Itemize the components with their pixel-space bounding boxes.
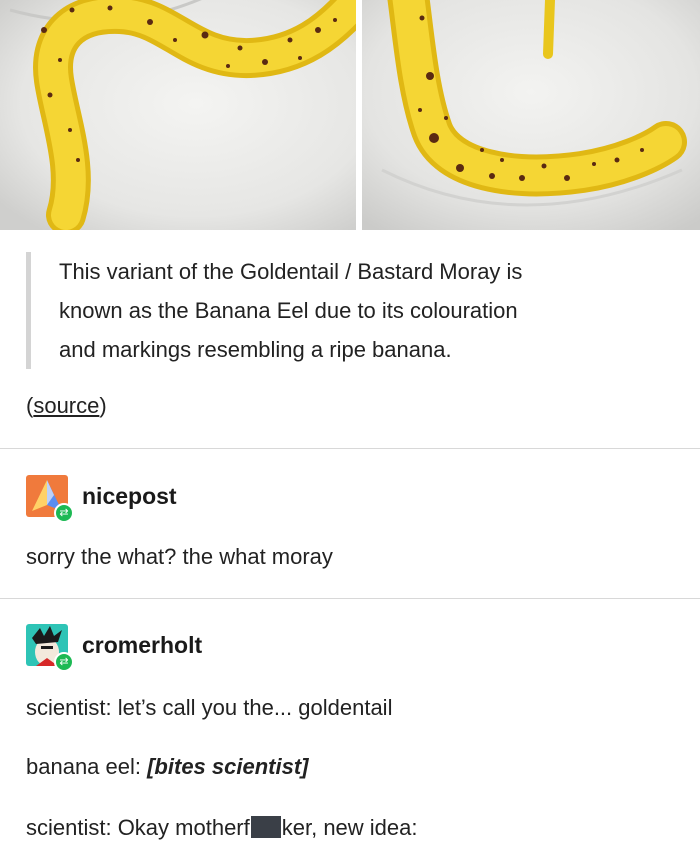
post-text-line-3: scientist: Okay motherf ker, new idea:	[26, 815, 418, 841]
quote-line-2: known as the Banana Eel due to its colou…	[59, 298, 518, 323]
source-attribution: (source)	[26, 393, 107, 419]
banana-eel-photo-left[interactable]	[0, 0, 356, 230]
text-before-censor: scientist: Okay motherf	[26, 815, 250, 840]
text-after-censor: ker, new idea:	[281, 815, 418, 840]
photo-row	[0, 0, 700, 230]
blockquote: This variant of the Goldentail / Bastard…	[26, 252, 689, 369]
post-text-line-2: banana eel: [bites scientist]	[26, 754, 308, 780]
post-header: ⇄ nicepost	[26, 472, 676, 523]
avatar[interactable]: ⇄	[26, 624, 74, 672]
reblog-badge-icon: ⇄	[54, 503, 74, 523]
censor-bar	[250, 816, 281, 838]
reblog-comment-cromerholt: ⇄ cromerholt scientist: let’s call you t…	[26, 621, 676, 852]
post-divider	[0, 598, 700, 599]
speaker-label: banana eel:	[26, 754, 148, 779]
post-divider	[0, 448, 700, 449]
source-link[interactable]: source	[33, 393, 99, 418]
reblog-comment-nicepost: ⇄ nicepost sorry the what? the what mora…	[26, 472, 676, 582]
username[interactable]: nicepost	[82, 483, 177, 510]
source-paren-close: )	[99, 393, 107, 418]
post-header: ⇄ cromerholt	[26, 621, 676, 672]
reblog-badge-icon: ⇄	[54, 652, 74, 672]
action-text: [bites scientist]	[147, 754, 309, 779]
username[interactable]: cromerholt	[82, 632, 202, 659]
banana-eel-photo-right[interactable]	[362, 0, 700, 230]
quote-line-1: This variant of the Goldentail / Bastard…	[59, 259, 523, 284]
post-text-line-1: scientist: let’s call you the... goldent…	[26, 695, 393, 720]
post-text: sorry the what? the what moray	[26, 544, 333, 569]
avatar[interactable]: ⇄	[26, 475, 74, 523]
quote-line-3: and markings resembling a ripe banana.	[59, 337, 452, 362]
tumblr-post-thread: This variant of the Goldentail / Bastard…	[0, 0, 700, 852]
